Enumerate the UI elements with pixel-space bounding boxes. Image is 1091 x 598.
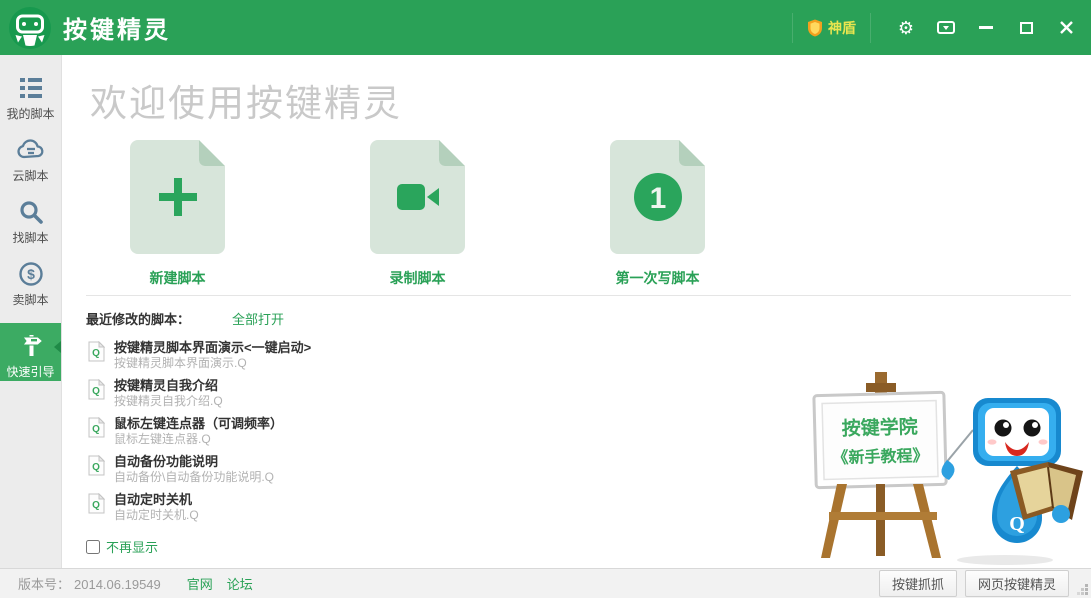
tray-button[interactable] [929, 13, 963, 43]
first-script-card[interactable]: 1 第一次写脚本 [610, 140, 705, 288]
list-item[interactable]: Q 鼠标左键连点器（可调频率） 鼠标左键连点器.Q [86, 416, 726, 447]
svg-text:Q: Q [92, 500, 100, 511]
open-all-link[interactable]: 全部打开 [232, 309, 284, 328]
titlebar: 按键精灵 神盾 ⚙ [0, 0, 1091, 55]
sidebar-item-label: 卖脚本 [12, 291, 48, 308]
search-icon [18, 197, 44, 227]
q-file-icon: Q [88, 417, 105, 438]
section-divider [86, 295, 1071, 296]
robot-logo-icon [9, 7, 51, 49]
version-value: 2014.06.19549 [74, 577, 161, 592]
close-icon [1060, 21, 1073, 34]
record-script-card[interactable]: 录制脚本 [370, 140, 465, 288]
sidebar-item-find-scripts[interactable]: 找脚本 [0, 197, 61, 259]
minimize-icon [979, 26, 993, 29]
list-icon [18, 73, 44, 103]
action-label: 第一次写脚本 [610, 268, 705, 288]
action-label: 录制脚本 [370, 268, 465, 288]
svg-text:Q: Q [92, 462, 100, 473]
script-path: 自动定时关机.Q [114, 508, 199, 523]
list-item[interactable]: Q 自动备份功能说明 自动备份\自动备份功能说明.Q [86, 454, 726, 485]
version-label: 版本号：2014.06.19549 [18, 574, 161, 593]
sidebar-item-label: 我的脚本 [6, 105, 54, 122]
sidebar-item-label: 找脚本 [12, 229, 48, 246]
script-path: 按键精灵自我介绍.Q [114, 394, 223, 409]
web-anjian-button[interactable]: 网页按键精灵 [965, 570, 1069, 597]
number-one-icon: 1 [633, 172, 683, 222]
plus-icon [155, 174, 201, 220]
maximize-button[interactable] [1009, 13, 1043, 43]
q-file-icon: Q [88, 493, 105, 514]
shield-badge[interactable]: 神盾 [792, 13, 871, 43]
close-button[interactable] [1049, 13, 1083, 43]
svg-text:Q: Q [92, 348, 100, 359]
signpost-icon [17, 331, 45, 361]
cloud-icon [16, 135, 46, 165]
resize-grip[interactable] [1077, 584, 1089, 596]
script-path: 鼠标左键连点器.Q [114, 432, 283, 447]
tray-icon [937, 20, 955, 35]
shield-label: 神盾 [828, 18, 856, 38]
script-path: 自动备份\自动备份功能说明.Q [114, 470, 274, 485]
sidebar: 我的脚本 云脚本 找脚本 [0, 55, 62, 568]
maximize-icon [1020, 22, 1033, 34]
sidebar-item-label: 快速引导 [6, 363, 54, 380]
statusbar: 版本号：2014.06.19549 官网 论坛 按键抓抓 网页按键精灵 [0, 568, 1091, 598]
sidebar-item-sell-scripts[interactable]: $ 卖脚本 [0, 259, 61, 321]
sidebar-item-my-scripts[interactable]: 我的脚本 [0, 73, 61, 135]
file-shape: 1 [610, 140, 705, 254]
recent-list: Q 按键精灵脚本界面演示<一键启动> 按键精灵脚本界面演示.Q Q [86, 340, 726, 523]
shield-icon [807, 19, 823, 37]
key-capture-button[interactable]: 按键抓抓 [879, 570, 957, 597]
list-item[interactable]: Q 按键精灵脚本界面演示<一键启动> 按键精灵脚本界面演示.Q [86, 340, 726, 371]
recent-header: 最近修改的脚本： [86, 309, 190, 328]
script-title: 按键精灵自我介绍 [114, 378, 223, 394]
dont-show-row: 不再显示 [86, 537, 158, 556]
q-file-icon: Q [88, 379, 105, 400]
forum-link[interactable]: 论坛 [227, 574, 253, 593]
dont-show-checkbox[interactable] [86, 540, 100, 554]
file-shape [370, 140, 465, 254]
svg-text:Q: Q [92, 386, 100, 397]
app-title: 按键精灵 [63, 10, 171, 45]
script-title: 自动备份功能说明 [114, 454, 274, 470]
svg-text:Q: Q [92, 424, 100, 435]
page-title: 欢迎使用按键精灵 [90, 73, 402, 127]
sidebar-item-cloud-scripts[interactable]: 云脚本 [0, 135, 61, 197]
script-title: 按键精灵脚本界面演示<一键启动> [114, 340, 311, 356]
list-item[interactable]: Q 按键精灵自我介绍 按键精灵自我介绍.Q [86, 378, 726, 409]
board-line2: 《新手教程》 [832, 446, 928, 468]
mascot-illustration: 按键学院 《新手教程》 Q [795, 372, 1087, 566]
dont-show-label[interactable]: 不再显示 [106, 537, 158, 556]
new-script-card[interactable]: 新建脚本 [130, 140, 225, 288]
settings-gear-icon[interactable]: ⚙ [889, 13, 923, 43]
quick-actions: 新建脚本 录制脚本 1 第一次写脚本 [130, 140, 705, 288]
action-label: 新建脚本 [130, 268, 225, 288]
active-item-notch [54, 341, 61, 353]
sidebar-item-quick-guide[interactable]: 快速引导 [0, 323, 61, 381]
main-content: 欢迎使用按键精灵 新建脚本 录制脚本 [62, 55, 1091, 568]
dollar-icon: $ [18, 259, 44, 289]
sidebar-item-label: 云脚本 [12, 167, 48, 184]
list-item[interactable]: Q 自动定时关机 自动定时关机.Q [86, 492, 726, 523]
svg-text:1: 1 [649, 182, 666, 215]
script-title: 自动定时关机 [114, 492, 199, 508]
q-file-icon: Q [88, 341, 105, 362]
official-site-link[interactable]: 官网 [187, 574, 213, 593]
app-window: 按键精灵 神盾 ⚙ [0, 0, 1091, 598]
q-file-icon: Q [88, 455, 105, 476]
script-path: 按键精灵脚本界面演示.Q [114, 356, 311, 371]
board-line1: 按键学院 [841, 415, 918, 440]
svg-text:$: $ [27, 266, 35, 282]
script-title: 鼠标左键连点器（可调频率） [114, 416, 283, 432]
recent-scripts-section: 最近修改的脚本： 全部打开 Q 按键精灵脚本界面演示<一键启动> 按键精灵脚本界 [86, 309, 726, 530]
camera-icon [396, 181, 440, 213]
minimize-button[interactable] [969, 13, 1003, 43]
file-shape [130, 140, 225, 254]
